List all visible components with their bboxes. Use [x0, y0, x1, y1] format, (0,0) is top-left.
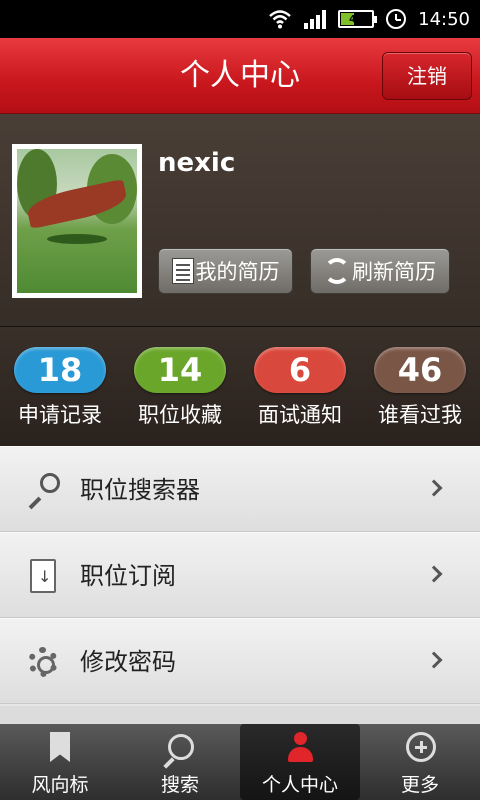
menu-item-change-password[interactable]: 修改密码: [0, 618, 480, 704]
battery-icon: 40: [338, 10, 378, 28]
stat-count-badge: 18: [14, 347, 106, 393]
my-resume-button[interactable]: 我的简历: [158, 248, 293, 294]
tab-search[interactable]: 搜索: [120, 724, 240, 800]
tab-trends[interactable]: 风向标: [0, 724, 120, 800]
menu-item-label: 职位搜索器: [80, 476, 200, 504]
search-icon: [164, 732, 196, 764]
alarm-icon: [386, 9, 407, 29]
refresh-resume-button[interactable]: 刷新简历: [310, 248, 450, 294]
tab-label: 搜索: [160, 774, 199, 796]
subscribe-icon: [26, 559, 60, 593]
clock: 14:50: [418, 8, 470, 30]
stat-count-badge: 14: [134, 347, 226, 393]
status-bar: 40 14:50: [0, 0, 480, 38]
stat-count-badge: 46: [374, 347, 466, 393]
username: nexic: [158, 148, 236, 178]
tab-label: 更多: [400, 774, 439, 796]
menu-list: 职位搜索器 职位订阅 修改密码: [0, 446, 480, 706]
tab-label: 风向标: [31, 774, 89, 796]
stat-interviews[interactable]: 6 面试通知: [240, 327, 360, 446]
stat-viewers[interactable]: 46 谁看过我: [360, 327, 480, 446]
stat-label: 职位收藏: [138, 403, 222, 427]
stat-favorites[interactable]: 14 职位收藏: [120, 327, 240, 446]
stats-bar: 18 申请记录 14 职位收藏 6 面试通知 46 谁看过我: [0, 326, 480, 446]
refresh-icon: [324, 258, 350, 284]
avatar-image: [17, 149, 137, 293]
plus-icon: [404, 732, 436, 764]
stat-label: 谁看过我: [378, 403, 462, 427]
gear-icon: [26, 645, 60, 679]
tab-more[interactable]: 更多: [360, 724, 480, 800]
menu-item-job-subscription[interactable]: 职位订阅: [0, 532, 480, 618]
tab-personal-center[interactable]: 个人中心: [240, 724, 360, 800]
person-icon: [284, 732, 316, 764]
chevron-right-icon: [425, 651, 443, 669]
chevron-right-icon: [425, 565, 443, 583]
background-strip: [0, 706, 480, 724]
battery-level: 40: [349, 13, 364, 25]
chevron-right-icon: [425, 479, 443, 497]
signal-icon: [304, 9, 327, 29]
avatar[interactable]: [12, 144, 142, 298]
stat-applications[interactable]: 18 申请记录: [0, 327, 120, 446]
refresh-resume-label: 刷新简历: [352, 260, 436, 284]
my-resume-label: 我的简历: [195, 260, 280, 284]
resume-icon: [171, 258, 194, 284]
bookmark-icon: [44, 732, 76, 764]
menu-item-job-searcher[interactable]: 职位搜索器: [0, 446, 480, 532]
stat-label: 申请记录: [18, 403, 102, 427]
stat-count-badge: 6: [254, 347, 346, 393]
logout-button[interactable]: 注销: [382, 52, 472, 100]
tab-label: 个人中心: [261, 774, 338, 796]
title-bar: 个人中心 注销: [0, 38, 480, 114]
menu-item-label: 职位订阅: [80, 562, 176, 590]
stat-label: 面试通知: [258, 403, 342, 427]
magnifier-icon: [26, 473, 60, 510]
bottom-tab-bar: 风向标 搜索 个人中心 更多: [0, 724, 480, 800]
wifi-icon: [269, 10, 291, 29]
profile-section: nexic 我的简历 刷新简历: [0, 114, 480, 326]
menu-item-label: 修改密码: [80, 648, 176, 676]
